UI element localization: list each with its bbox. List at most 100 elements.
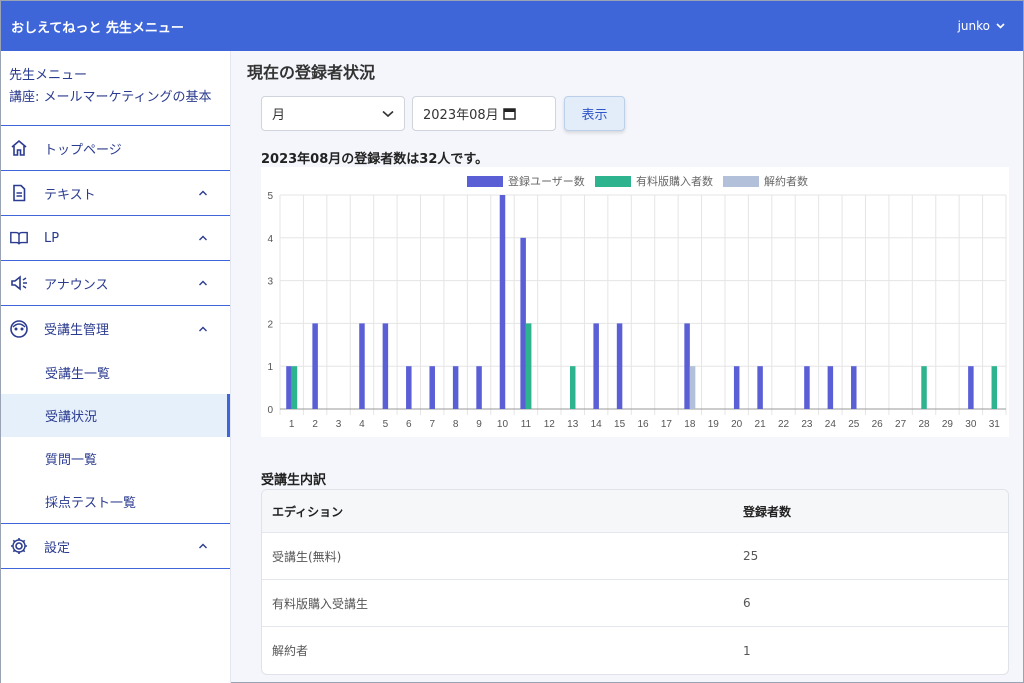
bar-2 [921,366,927,409]
month-input[interactable]: 2023年08月 [412,96,556,131]
x-tick-label: 15 [614,419,626,430]
book-icon [9,228,29,248]
bar-1 [827,366,834,409]
table-row: 解約者 1 [262,627,1008,674]
x-tick-label: 17 [661,419,673,430]
legend-label: 登録ユーザー数 [508,174,585,188]
sidebar-heading: 先生メニュー [9,68,88,83]
bar-2 [991,366,998,409]
column-header-count: 登録者数 [743,504,792,519]
period-select[interactable]: 月 [261,96,405,131]
bar-2 [569,366,576,409]
x-tick-label: 12 [544,419,556,430]
user-name: junko [957,19,990,33]
calendar-icon[interactable] [502,107,516,120]
table-cell-count: 6 [743,596,751,610]
sidebar-item-students[interactable]: 受講生管理 [1,306,230,351]
bar-1 [406,366,412,409]
bar-1 [359,323,365,409]
x-tick-label: 27 [895,419,907,430]
breakdown-table: エディション 登録者数 受講生(無料) 25 有料版購入受講生 6 解約者 1 [261,489,1009,675]
x-tick-label: 3 [336,419,342,430]
chevron-up-icon [199,326,207,331]
sidebar-item-settings[interactable]: 設定 [1,524,230,569]
bar-1 [476,366,482,409]
sidebar-subitem-enrollment-status[interactable]: 受講状況 [1,394,230,437]
chevron-up-icon [199,190,207,196]
top-bar: おしえてねっと 先生メニュー junko [1,1,1023,51]
chevron-down-icon [996,23,1005,29]
x-tick-label: 8 [453,419,459,430]
table-cell-edition: 有料版購入受講生 [272,596,369,611]
sidebar-item-label: アナウンス [44,277,109,293]
x-tick-label: 30 [965,419,977,430]
chevron-up-icon [199,543,207,549]
sidebar-item-lp[interactable]: LP [1,216,230,261]
bar-1 [968,366,974,409]
bar-1 [429,366,435,409]
sidebar-header: 先生メニュー 講座: メールマーケティングの基本 [1,51,230,126]
megaphone-icon [9,273,29,293]
x-tick-label: 5 [383,419,389,430]
table-cell-edition: 受講生(無料) [272,549,342,564]
sidebar-subitem-graded-test-list[interactable]: 採点テスト一覧 [1,480,230,523]
x-tick-label: 26 [872,419,884,430]
sidebar-item-label: LP [44,230,60,246]
period-select-value: 月 [272,108,286,123]
bar-3 [689,366,696,409]
x-tick-label: 31 [989,419,1001,430]
legend-swatch [595,176,631,187]
bar-1 [733,366,740,409]
course-name: 講座: メールマーケティングの基本 [9,90,212,105]
table-row: 有料版購入受講生 6 [262,580,1008,627]
page-title: 現在の登録者状況 [247,63,376,82]
y-tick-label: 4 [267,234,273,245]
user-menu[interactable]: junko [958,19,1005,33]
bar-1 [520,237,526,409]
document-icon [9,183,29,203]
table-header-row: エディション 登録者数 [262,490,1008,533]
table-row: 受講生(無料) 25 [262,533,1008,580]
x-tick-label: 6 [406,419,412,430]
legend-swatch [723,176,759,187]
x-tick-label: 23 [801,419,813,430]
sidebar: 先生メニュー 講座: メールマーケティングの基本 トップページ テキスト LP … [1,51,231,683]
bar-1 [499,195,506,409]
app-title: おしえてねっと 先生メニュー [11,20,184,36]
bar-1 [382,323,389,409]
chevron-up-icon [199,280,207,286]
bar-1 [684,323,690,409]
legend-label: 解約者数 [764,174,808,188]
y-tick-label: 0 [267,405,273,416]
x-tick-label: 11 [521,419,532,430]
x-tick-label: 25 [848,419,860,430]
bar-1 [312,323,318,409]
column-header-edition: エディション [272,504,344,519]
sidebar-item-top-page[interactable]: トップページ [1,126,230,171]
x-tick-label: 20 [731,419,743,430]
sidebar-subitem-question-list[interactable]: 質問一覧 [1,437,230,480]
y-tick-label: 1 [267,362,273,373]
chevron-down-icon [382,110,394,117]
x-tick-label: 22 [778,419,790,430]
bar-1 [452,366,459,409]
sidebar-subitem-student-list[interactable]: 受講生一覧 [1,351,230,394]
users-icon [9,319,29,339]
enrollment-summary: 2023年08月の登録者数は32人です。 [261,152,489,167]
main-content: 現在の登録者状況 月 2023年08月 表示 2023年08月の登録者数は32人… [233,51,1023,683]
bar-1 [593,323,599,409]
sidebar-item-announce[interactable]: アナウンス [1,261,230,306]
sidebar-item-label: 受講生管理 [44,323,110,338]
students-submenu: 受講生一覧 受講状況 質問一覧 採点テスト一覧 [1,351,230,524]
legend-label: 有料版購入者数 [636,174,713,188]
chevron-up-icon [199,235,207,241]
breakdown-title: 受講生内訳 [261,473,327,488]
x-tick-label: 2 [312,419,318,430]
x-tick-label: 16 [637,419,649,430]
bar-2 [525,323,532,409]
show-button[interactable]: 表示 [564,96,625,131]
sidebar-item-label: テキスト [44,187,96,203]
bar-2 [291,366,298,409]
bar-1 [286,366,292,409]
sidebar-item-text[interactable]: テキスト [1,171,230,216]
